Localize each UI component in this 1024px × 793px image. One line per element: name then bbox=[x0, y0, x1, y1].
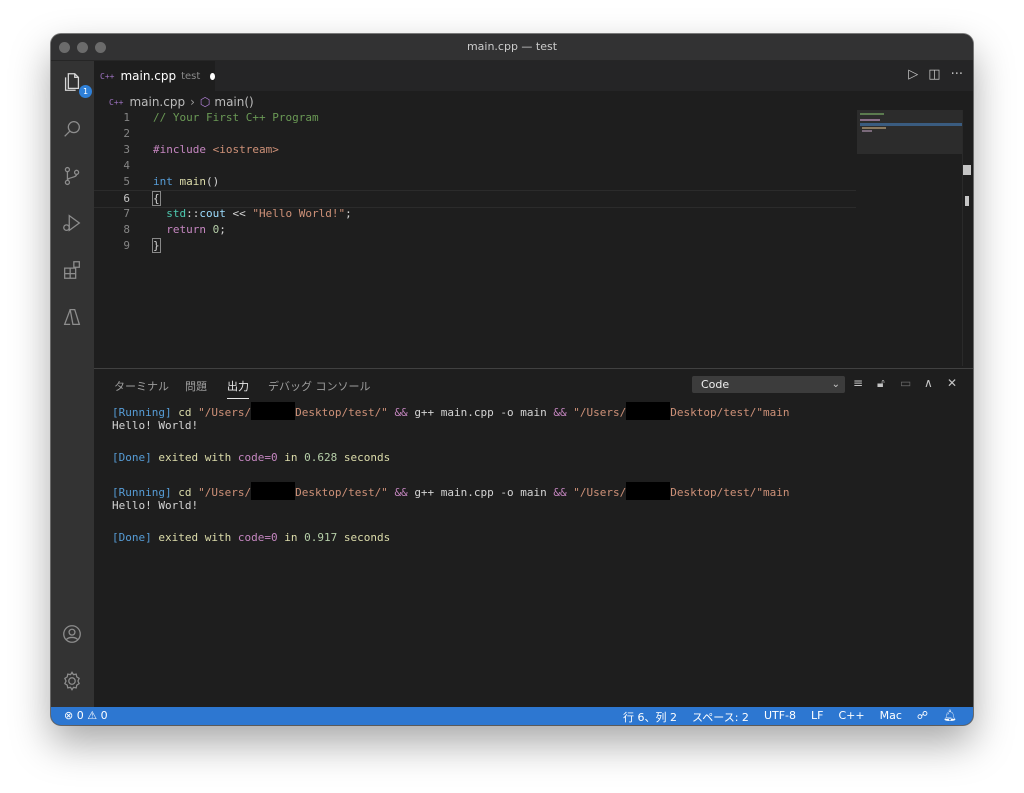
overview-mark bbox=[965, 196, 969, 206]
tab-debug-console[interactable]: デバッグ コンソール bbox=[268, 378, 371, 394]
code-line: 2 bbox=[123, 127, 130, 140]
editor-scrollbar[interactable] bbox=[962, 110, 973, 366]
language-mode[interactable]: C++ bbox=[838, 709, 864, 725]
output-channel-select[interactable]: Code ⌄ bbox=[692, 376, 845, 393]
indentation[interactable]: スペース: 2 bbox=[692, 709, 749, 725]
output-line: Hello! World! bbox=[112, 419, 199, 432]
end-of-line[interactable]: LF bbox=[811, 709, 823, 725]
error-count: 0 bbox=[76, 709, 84, 722]
code-line: 7 std::cout << "Hello World!"; bbox=[123, 207, 352, 220]
output-line: [Done] exited with code=0 in 0.917 secon… bbox=[112, 531, 391, 544]
redacted-username bbox=[626, 402, 671, 420]
minimap[interactable] bbox=[857, 110, 962, 154]
feedback-icon[interactable]: ☍ bbox=[917, 709, 928, 725]
tab-terminal[interactable]: ターミナル bbox=[114, 378, 169, 394]
code-line: 5 int main() bbox=[123, 175, 220, 188]
output-log[interactable]: [Running] cd "/Users/Desktop/test/" && g… bbox=[112, 402, 789, 546]
tab-output[interactable]: 出力 bbox=[227, 378, 249, 399]
code-line: 9 } bbox=[123, 238, 161, 253]
title-bar: main.cpp — test bbox=[51, 34, 973, 61]
maximize-panel-icon[interactable]: ∧ bbox=[924, 376, 933, 390]
tab-label: main.cpp bbox=[120, 69, 177, 83]
lock-scroll-icon[interactable]: 🔓︎ bbox=[877, 376, 885, 391]
tab-description: test bbox=[181, 70, 201, 82]
editor-tab-bar: C++ main.cpp test ▷ ◫ ··· bbox=[94, 61, 973, 91]
tab-main-cpp[interactable]: C++ main.cpp test bbox=[94, 61, 215, 91]
status-right: 行 6、列 2 スペース: 2 UTF-8 LF C++ Mac ☍ 🔔︎ bbox=[623, 709, 957, 725]
explorer-icon[interactable]: 1 bbox=[59, 69, 92, 98]
vscode-window: main.cpp — test 1 C++ main.cpp test ▷ ◫ … bbox=[51, 34, 973, 725]
output-line: [Running] cd "/Users/Desktop/test/" && g… bbox=[112, 402, 789, 420]
activity-bar: 1 bbox=[51, 61, 94, 707]
platform[interactable]: Mac bbox=[880, 709, 902, 725]
overview-cursor-mark bbox=[963, 165, 971, 175]
cpp-file-icon: C++ bbox=[109, 97, 124, 107]
chevron-right-icon: › bbox=[190, 95, 195, 109]
cpp-file-icon: C++ bbox=[100, 71, 115, 81]
explorer-badge: 1 bbox=[79, 85, 92, 98]
word-wrap-icon[interactable]: ≡ bbox=[853, 376, 863, 390]
extensions-icon[interactable] bbox=[59, 257, 85, 283]
code-line: 4 bbox=[123, 159, 130, 172]
notifications-bell-icon[interactable]: 🔔︎ bbox=[943, 709, 957, 725]
symbol-method-icon: ⬡ bbox=[199, 95, 211, 109]
split-editor-icon[interactable]: ◫ bbox=[928, 68, 940, 82]
source-control-icon[interactable] bbox=[59, 163, 85, 189]
search-icon[interactable] bbox=[59, 116, 85, 142]
settings-gear-icon[interactable] bbox=[59, 668, 85, 694]
run-debug-icon[interactable] bbox=[59, 210, 85, 236]
warning-icon: ⚠ bbox=[87, 709, 98, 722]
more-actions-icon[interactable]: ··· bbox=[951, 68, 963, 82]
run-icon[interactable]: ▷ bbox=[908, 68, 918, 82]
code-editor[interactable]: 1 // Your First C++ Program 2 3 #include… bbox=[94, 110, 856, 365]
encoding[interactable]: UTF-8 bbox=[764, 709, 796, 725]
cursor-position[interactable]: 行 6、列 2 bbox=[623, 709, 677, 725]
warning-count: 0 bbox=[100, 709, 108, 722]
close-panel-icon[interactable]: ✕ bbox=[947, 376, 957, 390]
breadcrumb: C++ main.cpp › ⬡ main() bbox=[109, 94, 254, 110]
code-line: 8 return 0; bbox=[123, 223, 226, 236]
bottom-panel: ターミナル 問題 出力 デバッグ コンソール Code ⌄ ≡ 🔓︎ ▭ ∧ ✕… bbox=[94, 368, 973, 708]
output-line: Hello! World! bbox=[112, 499, 199, 512]
output-line: [Done] exited with code=0 in 0.628 secon… bbox=[112, 451, 391, 464]
code-line: 3 #include <iostream> bbox=[123, 143, 279, 156]
unsaved-dot-icon[interactable] bbox=[210, 72, 215, 80]
chevron-down-icon: ⌄ bbox=[831, 379, 840, 390]
status-bar: ⊗ 0 ⚠ 0 行 6、列 2 スペース: 2 UTF-8 LF C++ Mac… bbox=[51, 707, 973, 725]
window-title: main.cpp — test bbox=[466, 40, 558, 53]
redacted-username bbox=[251, 402, 296, 420]
error-icon: ⊗ bbox=[64, 709, 74, 722]
redacted-username bbox=[251, 482, 296, 500]
problems-status[interactable]: ⊗ 0 ⚠ 0 bbox=[64, 709, 108, 722]
output-line: [Running] cd "/Users/Desktop/test/" && g… bbox=[112, 482, 789, 500]
editor-actions: ▷ ◫ ··· bbox=[908, 68, 963, 82]
tab-problems[interactable]: 問題 bbox=[185, 378, 207, 394]
code-line: 1 // Your First C++ Program bbox=[123, 111, 319, 124]
redacted-username bbox=[626, 482, 671, 500]
azure-icon[interactable] bbox=[59, 304, 85, 330]
account-icon[interactable] bbox=[59, 621, 85, 647]
breadcrumb-symbol[interactable]: main() bbox=[214, 95, 253, 109]
clear-output-icon[interactable]: ▭ bbox=[900, 376, 911, 390]
breadcrumb-file[interactable]: main.cpp bbox=[129, 95, 185, 109]
